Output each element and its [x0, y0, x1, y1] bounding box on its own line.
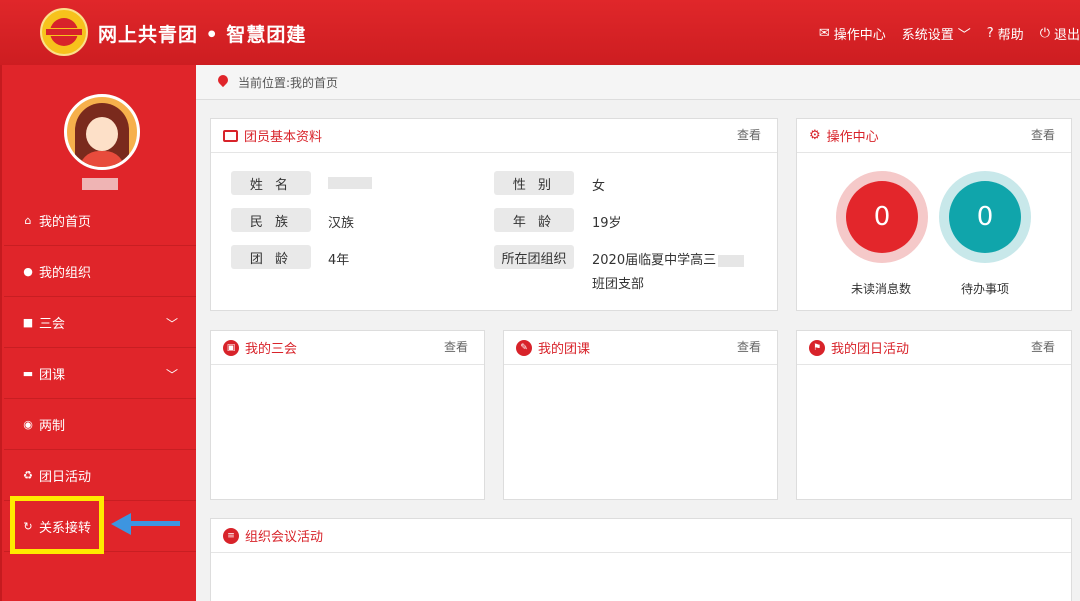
top-bar: 网上共青团 • 智慧团建 ✉ 操作中心 系统设置 ﹀ ? 帮助 ⏻ 退出 [0, 0, 1080, 65]
folder-icon: ▬ [22, 366, 34, 380]
todo-label: 待办事项 [961, 282, 1010, 296]
location-pin-icon [215, 72, 231, 88]
username-blurred [82, 178, 118, 190]
three-meetings-header: ▣ 我的三会 查看 [211, 331, 484, 365]
org-label: 所在团组织 [494, 245, 574, 269]
age-label: 年 龄 [494, 208, 574, 232]
todo-badge[interactable]: 0 [939, 171, 1031, 263]
ops-more-link[interactable]: 查看 [1031, 126, 1055, 143]
unread-messages-label: 未读消息数 [851, 282, 912, 296]
sidebar-item-my-org[interactable]: ● 我的组织 [4, 246, 196, 297]
top-nav: ✉ 操作中心 系统设置 ﹀ ? 帮助 ⏻ 退出 [819, 24, 1080, 43]
league-age-label: 团 龄 [231, 245, 311, 269]
chevron-down-icon: ﹀ [957, 28, 971, 43]
unread-messages-badge[interactable]: 0 [836, 171, 928, 263]
league-class-panel: ✎ 我的团课 查看 [503, 330, 778, 500]
profile-panel-header: 团员基本资料 查看 [211, 119, 777, 153]
chevron-down-icon: ﹀ [165, 317, 178, 331]
league-logo-icon [40, 8, 88, 56]
avatar[interactable] [64, 94, 140, 170]
org-meeting-panel: ≡ 组织会议活动 [210, 518, 1072, 601]
sidebar-item-league-class[interactable]: ▬ 团课 ﹀ [4, 348, 196, 399]
pencil-icon: ✎ [516, 339, 532, 356]
arrow-indicator [128, 521, 180, 526]
sidebar-item-home[interactable]: ⌂ 我的首页 [4, 195, 196, 246]
gear-icon: ⚙ [809, 128, 821, 143]
flag-icon: ⚑ [809, 339, 825, 356]
org-meeting-header: ≡ 组织会议活动 [211, 519, 1071, 553]
league-age-value: 4年 [328, 253, 350, 268]
gender-label: 性 别 [494, 171, 574, 195]
recycle-icon: ♻ [23, 468, 33, 482]
three-meetings-panel: ▣ 我的三会 查看 [210, 330, 485, 500]
group-icon: ● [23, 264, 33, 278]
league-day-panel: ⚑ 我的团日活动 查看 [796, 330, 1072, 500]
sidebar-item-two-systems[interactable]: ◉ 两制 [4, 399, 196, 450]
league-day-header: ⚑ 我的团日活动 查看 [797, 331, 1071, 365]
name-value-blurred [328, 175, 372, 190]
ops-center-header: ⚙ 操作中心 查看 [797, 119, 1071, 153]
power-icon: ⏻ [1039, 26, 1050, 41]
sidebar-item-league-day[interactable]: ♻ 团日活动 [4, 450, 196, 501]
highlight-box [10, 496, 104, 554]
list-icon: ≡ [223, 527, 239, 544]
league-day-more-link[interactable]: 查看 [1031, 338, 1055, 355]
three-meetings-more-link[interactable]: 查看 [444, 338, 468, 355]
org-value-line1: 2020届临夏中学高三 [592, 249, 745, 268]
id-card-icon [223, 129, 238, 142]
target-icon: ◉ [23, 417, 33, 431]
home-icon: ⌂ [24, 213, 32, 227]
ethnicity-label: 民 族 [231, 208, 311, 232]
chevron-down-icon: ﹀ [165, 368, 178, 382]
envelope-icon: ✉ [818, 26, 830, 41]
ops-center-panel: ⚙ 操作中心 查看 0 未读消息数 0 待办事项 [796, 118, 1072, 311]
name-label: 姓 名 [231, 171, 311, 195]
app-title: 网上共青团 • 智慧团建 [98, 24, 307, 46]
profile-more-link[interactable]: 查看 [737, 126, 761, 143]
ethnicity-value: 汉族 [328, 216, 355, 231]
system-settings-menu[interactable]: 系统设置 ﹀ [902, 24, 971, 43]
help-link[interactable]: ? 帮助 [987, 24, 1024, 43]
profile-panel: 团员基本资料 查看 姓 名 性 别 女 民 族 汉族 年 龄 19岁 团 龄 4… [210, 118, 778, 311]
ops-center-link[interactable]: ✉ 操作中心 [819, 24, 886, 43]
arrow-head [111, 513, 131, 535]
breadcrumb: 当前位置:我的首页 [196, 65, 1080, 100]
calendar-icon: ▣ [223, 339, 239, 356]
org-value-line2: 班团支部 [592, 277, 645, 292]
question-icon: ? [986, 26, 994, 41]
logout-link[interactable]: ⏻ 退出 [1040, 24, 1080, 43]
age-value: 19岁 [592, 216, 622, 231]
sidebar-item-three-meetings[interactable]: ■ 三会 ﹀ [4, 297, 196, 348]
gender-value: 女 [592, 179, 606, 194]
league-class-header: ✎ 我的团课 查看 [504, 331, 777, 365]
league-class-more-link[interactable]: 查看 [737, 338, 761, 355]
edit-icon: ■ [22, 315, 34, 329]
